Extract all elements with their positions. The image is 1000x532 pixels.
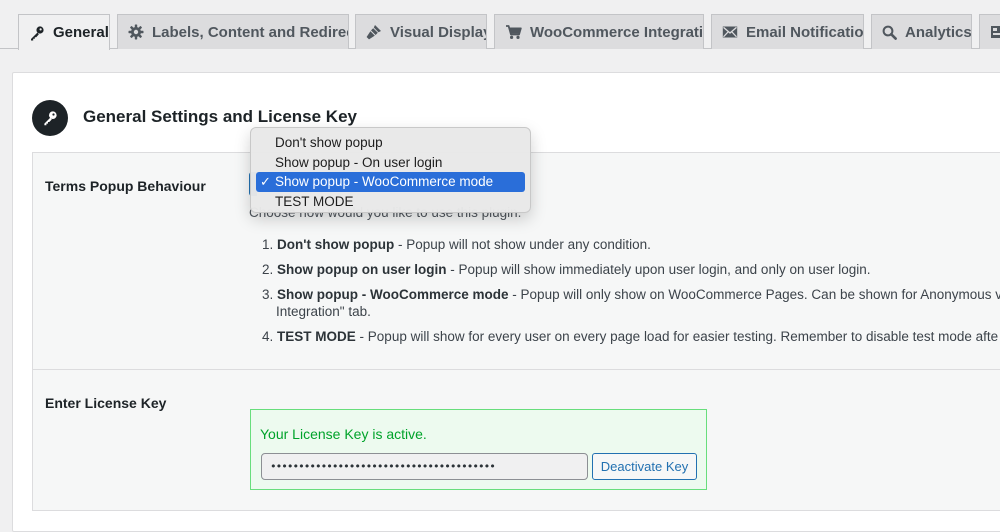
tab-label: General <box>53 24 109 41</box>
list-item: 3. Show popup - WooCommerce mode - Popup… <box>262 286 1000 320</box>
cart-icon <box>506 25 522 39</box>
dropdown-option-label: TEST MODE <box>275 193 354 209</box>
tab-visual-display[interactable]: Visual Display <box>355 14 487 49</box>
email-icon <box>722 26 738 38</box>
tab-label: Labels, Content and Redirects <box>152 23 349 41</box>
tab-label: WooCommerce Integration <box>530 23 704 41</box>
list-number: 2. <box>262 262 274 277</box>
tab-analytics[interactable]: Analytics <box>871 14 972 49</box>
key-icon <box>44 111 57 126</box>
list-number: 1. <box>262 237 274 252</box>
list-item: 4. TEST MODE - Popup will show for every… <box>262 328 1000 345</box>
section-icon <box>32 100 68 136</box>
list-number: 3. <box>262 287 274 302</box>
dropdown-option-label: Show popup - WooCommerce mode <box>275 174 494 189</box>
brush-icon <box>366 25 381 40</box>
section-title: General Settings and License Key <box>83 107 357 126</box>
option-title: TEST MODE <box>277 329 356 344</box>
dropdown-option-dont-show[interactable]: Don't show popup <box>256 133 525 153</box>
dropdown-option-woocommerce-mode[interactable]: ✓ Show popup - WooCommerce mode <box>256 172 525 192</box>
license-label: Enter License Key <box>45 395 167 411</box>
license-status: Your License Key is active. <box>260 426 427 442</box>
dropdown-option-user-login[interactable]: Show popup - On user login <box>256 153 525 173</box>
option-text: - Popup will show for every user on ever… <box>355 329 999 344</box>
tab-labels-content-redirects[interactable]: Labels, Content and Redirects <box>117 14 349 49</box>
option-title: Show popup - WooCommerce mode <box>277 287 509 302</box>
list-number: 4. <box>262 329 274 344</box>
list-item: 1. Don't show popup - Popup will not sho… <box>262 236 1000 253</box>
option-title: Show popup on user login <box>277 262 447 277</box>
search-icon <box>882 25 897 40</box>
tab-general[interactable]: General <box>18 14 110 50</box>
tab-email-notification[interactable]: Email Notification <box>711 14 864 49</box>
dropdown-option-label: Don't show popup <box>275 135 383 150</box>
option-text-continued: Integration" tab. <box>276 304 371 319</box>
popup-behaviour-label: Terms Popup Behaviour <box>45 178 206 194</box>
license-key-input[interactable]: •••••••••••••••••••••••••••••••••••••••• <box>261 453 588 480</box>
option-text: - Popup will show immediately upon user … <box>446 262 871 277</box>
list-item: 2. Show popup on user login - Popup will… <box>262 261 1000 278</box>
checkmark-icon: ✓ <box>260 174 271 189</box>
tab-label: Email Notification <box>746 23 864 41</box>
tab-partial[interactable] <box>979 14 1000 49</box>
settings-tabs: General Labels, Content and Redirects Vi… <box>0 0 1000 50</box>
popup-behaviour-dropdown: Don't show popup Show popup - On user lo… <box>250 127 531 213</box>
option-text: - Popup will not show under any conditio… <box>394 237 651 252</box>
deactivate-key-button[interactable]: Deactivate Key <box>592 453 697 480</box>
dropdown-option-test-mode[interactable]: TEST MODE <box>256 192 525 212</box>
option-text: - Popup will only show on WooCommerce Pa… <box>508 287 1000 302</box>
tab-woocommerce-integration[interactable]: WooCommerce Integration <box>494 14 704 49</box>
behaviour-options-list: 1. Don't show popup - Popup will not sho… <box>262 236 1000 353</box>
key-icon <box>31 25 44 40</box>
dropdown-option-label: Show popup - On user login <box>275 154 443 170</box>
tab-label: Analytics <box>905 23 972 41</box>
tab-label: Visual Display <box>390 23 487 41</box>
option-title: Don't show popup <box>277 237 395 252</box>
gear-icon <box>128 24 144 40</box>
tab-partial-icon <box>991 26 1000 38</box>
